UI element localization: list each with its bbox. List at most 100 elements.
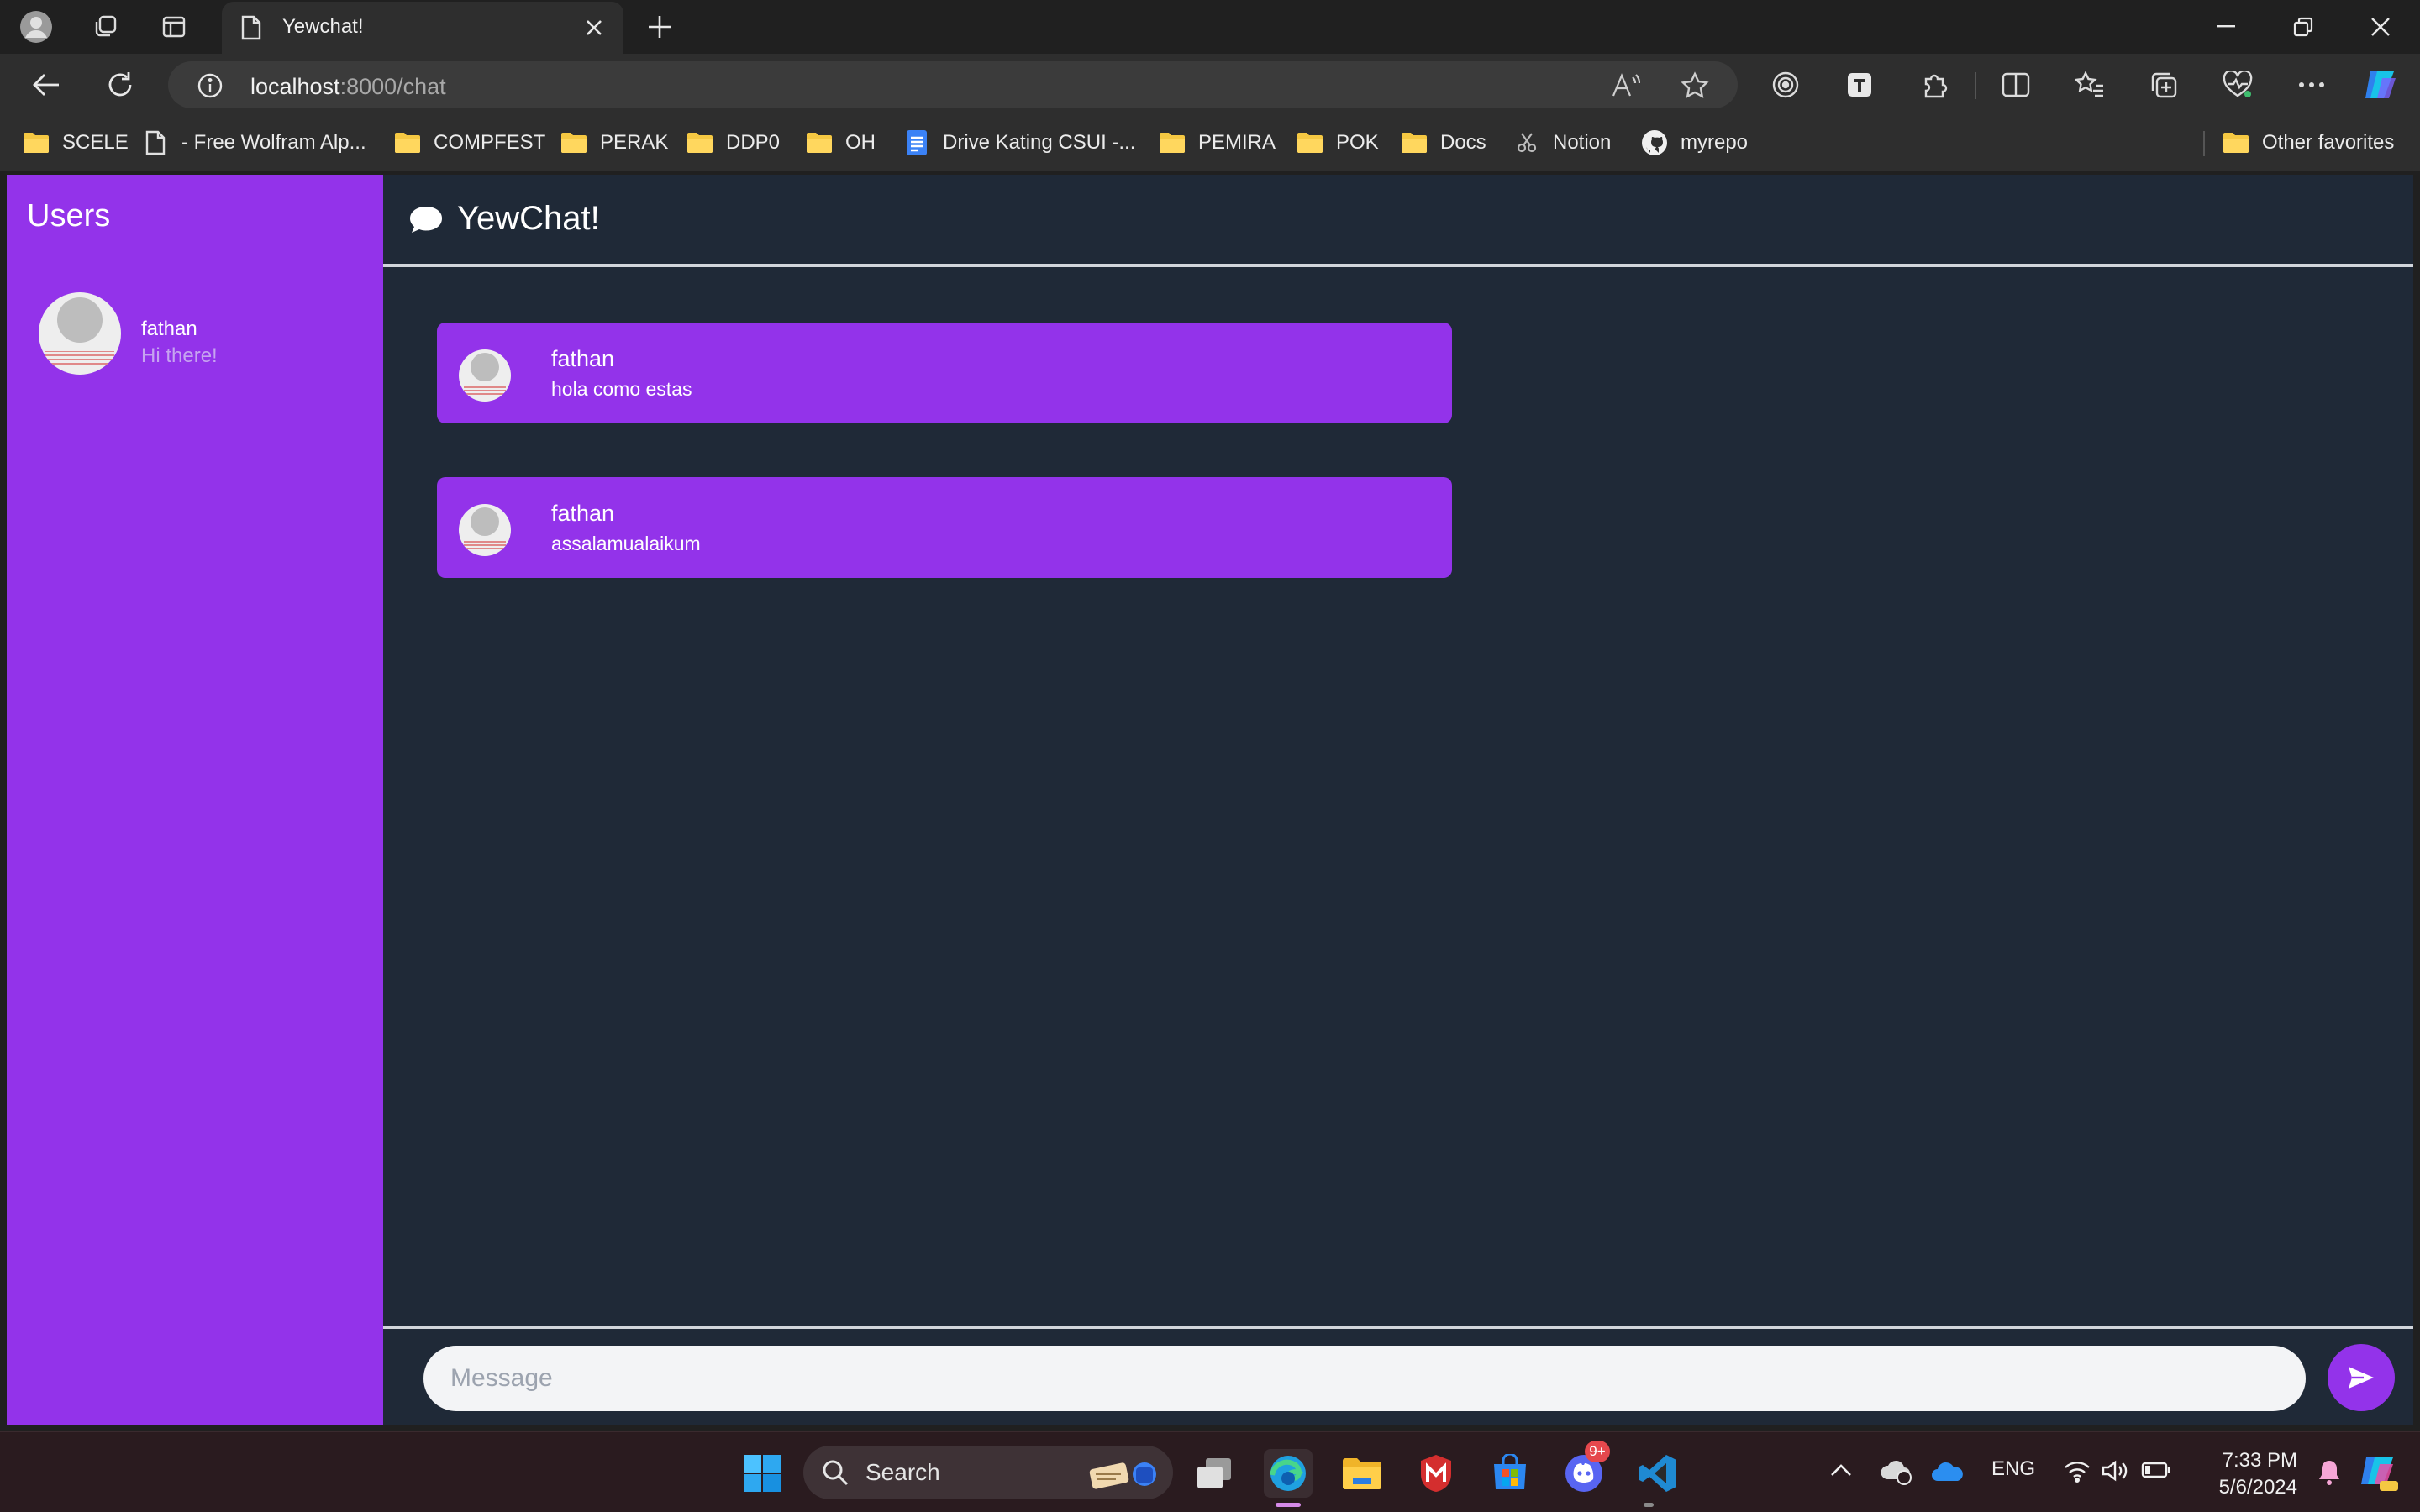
- chevron-up-icon[interactable]: [1830, 1462, 1852, 1478]
- bookmark-perak[interactable]: PERAK: [560, 128, 668, 158]
- send-button[interactable]: [2328, 1344, 2395, 1411]
- message-author: fathan: [551, 346, 615, 371]
- folder-icon: [560, 130, 588, 155]
- user-last-message: Hi there!: [141, 344, 218, 367]
- workspaces-icon[interactable]: [84, 7, 126, 47]
- bookmark-label: SCELE: [62, 131, 129, 154]
- folder-icon: [1400, 130, 1428, 155]
- read-aloud-icon[interactable]: [1612, 72, 1640, 99]
- taskbar-search-label: Search: [865, 1459, 940, 1485]
- message-composer: [383, 1326, 2413, 1425]
- bookmarks-divider: [2203, 131, 2205, 156]
- chat-header: YewChat!: [383, 175, 2413, 267]
- more-menu-icon[interactable]: [2289, 64, 2334, 106]
- notification-badge: 9+: [1585, 1441, 1610, 1462]
- ms-store-icon[interactable]: [1486, 1449, 1534, 1498]
- new-tab-icon[interactable]: [639, 7, 681, 47]
- bookmark-label: myrepo: [1681, 131, 1749, 154]
- copilot-icon[interactable]: [2358, 64, 2403, 106]
- mcafee-icon[interactable]: [1412, 1449, 1460, 1498]
- bookmark-oh[interactable]: OH: [805, 128, 876, 158]
- favorites-icon[interactable]: [2067, 64, 2112, 106]
- bookmark-pemira[interactable]: PEMIRA: [1158, 128, 1276, 158]
- browser-essentials-icon[interactable]: [1763, 64, 1808, 106]
- vscode-icon[interactable]: [1634, 1449, 1682, 1498]
- address-bar[interactable]: localhost:8000/chat: [168, 61, 1738, 108]
- running-app-indicator: [1644, 1503, 1654, 1507]
- url-text[interactable]: localhost:8000/chat: [250, 74, 446, 100]
- active-app-indicator: [1276, 1503, 1301, 1507]
- page-icon: [241, 15, 261, 40]
- vertical-tabs-icon[interactable]: [153, 7, 195, 47]
- avatar: [459, 349, 511, 402]
- message-card: fathan assalamualaikum: [437, 477, 1452, 578]
- folder-icon: [1158, 130, 1186, 155]
- bookmark-myrepo[interactable]: myrepo: [1640, 128, 1748, 158]
- battery-icon[interactable]: [2141, 1461, 2171, 1479]
- send-icon: [2349, 1367, 2374, 1389]
- bookmark-label: Notion: [1553, 131, 1612, 154]
- close-window-icon[interactable]: [2351, 7, 2410, 47]
- browser-health-icon[interactable]: [2215, 64, 2260, 106]
- refresh-icon[interactable]: [97, 64, 143, 106]
- restore-icon[interactable]: [2274, 7, 2333, 47]
- task-view-icon[interactable]: [1190, 1449, 1239, 1498]
- minimize-icon[interactable]: [2196, 7, 2255, 47]
- file-explorer-icon[interactable]: [1338, 1449, 1386, 1498]
- browser-toolbar: localhost:8000/chat: [0, 54, 2420, 116]
- users-sidebar: Users fathan Hi there!: [7, 175, 383, 1425]
- bookmark-label: COMPFEST: [434, 131, 546, 154]
- chat-title: YewChat!: [457, 200, 600, 237]
- extensions-icon[interactable]: [1912, 64, 1958, 106]
- search-icon: [823, 1460, 849, 1486]
- onedrive-icon[interactable]: [1931, 1461, 1965, 1483]
- bookmark-pok[interactable]: POK: [1296, 128, 1379, 158]
- extension-t-icon[interactable]: [1837, 64, 1882, 106]
- edge-taskbar-icon[interactable]: [1264, 1449, 1313, 1498]
- bookmark-ddp0[interactable]: DDP0: [686, 128, 780, 158]
- avatar: [459, 504, 511, 556]
- profile-icon[interactable]: [15, 7, 57, 47]
- bookmark-label: PEMIRA: [1198, 131, 1276, 154]
- other-favorites[interactable]: Other favorites: [2222, 128, 2394, 158]
- bookmark-drive-kating[interactable]: Drive Kating CSUI -...: [902, 128, 1135, 158]
- tab-title: Yewchat!: [282, 15, 364, 38]
- volume-icon[interactable]: [2101, 1459, 2129, 1483]
- folder-icon: [805, 130, 834, 155]
- users-heading: Users: [27, 198, 111, 234]
- clock-date: 5/6/2024: [2218, 1476, 2297, 1499]
- bookmark-label: POK: [1336, 131, 1379, 154]
- message-card: fathan hola como estas: [437, 323, 1452, 423]
- notification-bell-icon[interactable]: [2317, 1459, 2341, 1486]
- back-icon[interactable]: [24, 64, 69, 106]
- taskbar-clock[interactable]: 7:33 PM 5/6/2024: [2198, 1447, 2297, 1501]
- tab-yewchat[interactable]: Yewchat!: [222, 2, 623, 54]
- user-list-item[interactable]: fathan Hi there!: [39, 292, 358, 380]
- wifi-icon[interactable]: [2064, 1459, 2091, 1483]
- message-input[interactable]: [424, 1346, 2306, 1411]
- split-screen-icon[interactable]: [1993, 64, 2039, 106]
- bookmark-docs[interactable]: Docs: [1400, 128, 1486, 158]
- chat-bubble-icon: [408, 205, 444, 234]
- notion-icon: [1512, 130, 1541, 155]
- bookmark-label: DDP0: [726, 131, 781, 154]
- taskbar-search[interactable]: Search: [803, 1446, 1173, 1499]
- favorite-star-icon[interactable]: [1681, 71, 1709, 100]
- site-info-icon[interactable]: [197, 72, 224, 99]
- copilot-taskbar-icon[interactable]: [2358, 1451, 2400, 1493]
- language-indicator[interactable]: ENG: [1991, 1457, 2035, 1481]
- collections-icon[interactable]: [2141, 64, 2186, 106]
- page-icon: [141, 130, 170, 155]
- bookmark-label: OH: [845, 131, 876, 154]
- close-tab-icon[interactable]: [585, 18, 603, 37]
- folder-icon: [2222, 130, 2250, 155]
- cloud-sync-icon[interactable]: [1879, 1457, 1912, 1486]
- bookmark-scele[interactable]: SCELE: [22, 128, 129, 158]
- bookmark-label: PERAK: [600, 131, 669, 154]
- bookmark-wolfram[interactable]: - Free Wolfram Alp...: [141, 128, 366, 158]
- bookmark-compfest[interactable]: COMPFEST: [393, 128, 545, 158]
- folder-icon: [22, 130, 50, 155]
- bookmark-notion[interactable]: Notion: [1512, 128, 1611, 158]
- start-icon[interactable]: [738, 1449, 786, 1498]
- discord-icon[interactable]: 9+: [1560, 1441, 1610, 1498]
